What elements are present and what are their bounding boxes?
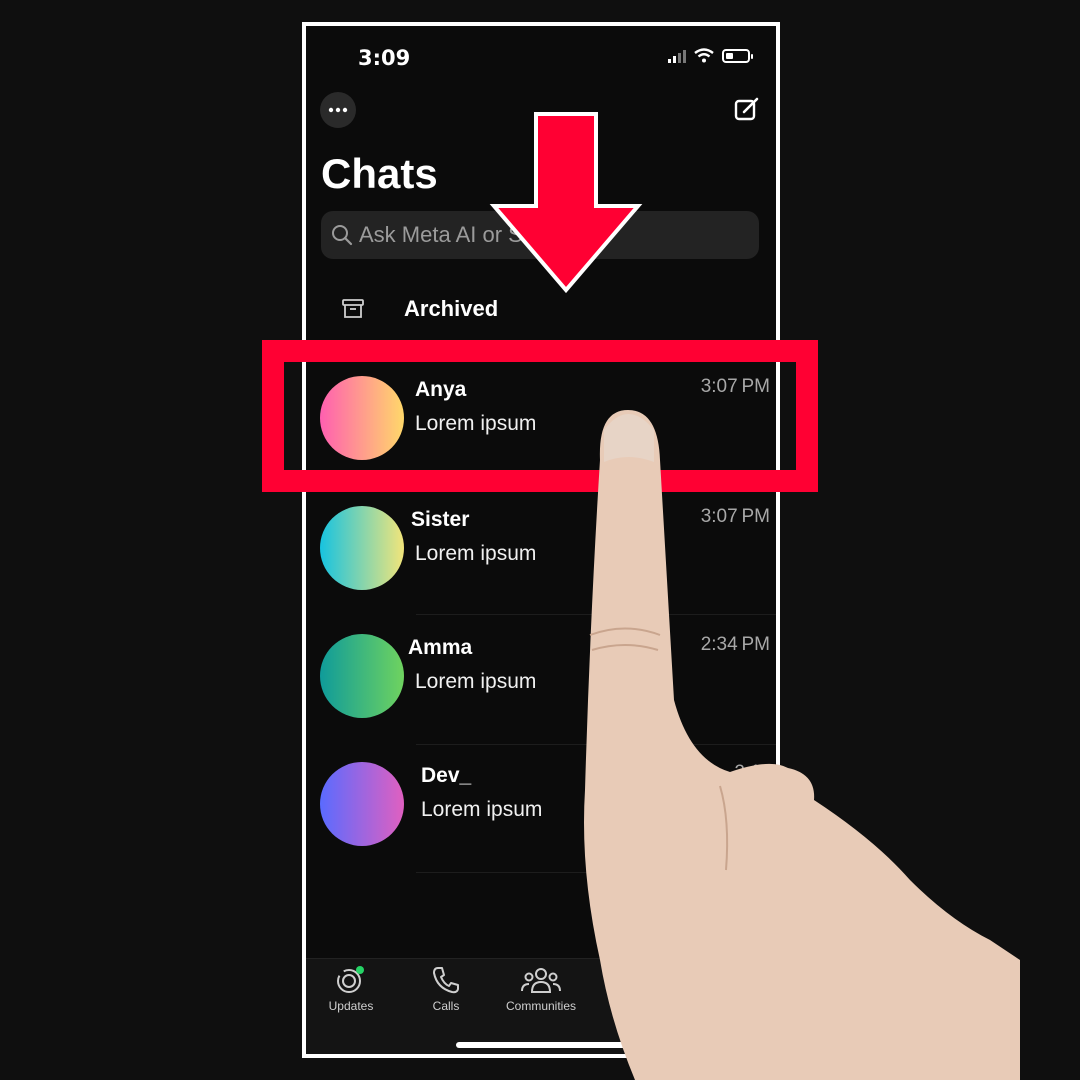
ellipsis-icon bbox=[328, 107, 348, 113]
avatar bbox=[320, 762, 404, 846]
chat-message: Lorem ipsum bbox=[421, 798, 543, 821]
updates-icon bbox=[337, 966, 364, 993]
tab-label: Updates bbox=[328, 999, 374, 1013]
pointing-finger-icon bbox=[584, 410, 1020, 1080]
page-title: Chats bbox=[321, 150, 438, 197]
avatar bbox=[320, 506, 404, 590]
tab-calls[interactable]: Calls bbox=[401, 965, 491, 1013]
chat-message: Lorem ipsum bbox=[415, 542, 537, 565]
menu-button[interactable] bbox=[320, 92, 356, 128]
battery-icon bbox=[722, 48, 753, 63]
signal-icon bbox=[668, 49, 686, 63]
tab-label: Communities bbox=[505, 999, 577, 1013]
tab-updates[interactable]: Updates bbox=[306, 965, 396, 1013]
tab-label: Calls bbox=[432, 999, 460, 1013]
down-arrow-icon bbox=[489, 112, 643, 294]
compose-button[interactable] bbox=[732, 94, 762, 124]
compose-icon bbox=[734, 97, 759, 121]
status-bar: 3:09 bbox=[306, 26, 776, 86]
chat-name: Sister bbox=[411, 508, 470, 531]
chat-name: Dev_ bbox=[421, 764, 472, 787]
communities-icon bbox=[521, 968, 561, 993]
wifi-icon bbox=[694, 48, 714, 63]
phone-icon bbox=[433, 967, 459, 994]
search-icon bbox=[332, 225, 353, 246]
chat-message: Lorem ipsum bbox=[415, 670, 537, 693]
archive-icon bbox=[342, 299, 364, 318]
avatar bbox=[320, 634, 404, 718]
status-icons bbox=[668, 48, 753, 63]
chat-name: Amma bbox=[408, 636, 473, 659]
archived-row[interactable]: Archived bbox=[342, 296, 498, 322]
archived-label: Archived bbox=[404, 296, 499, 321]
status-time: 3:09 bbox=[358, 46, 411, 70]
